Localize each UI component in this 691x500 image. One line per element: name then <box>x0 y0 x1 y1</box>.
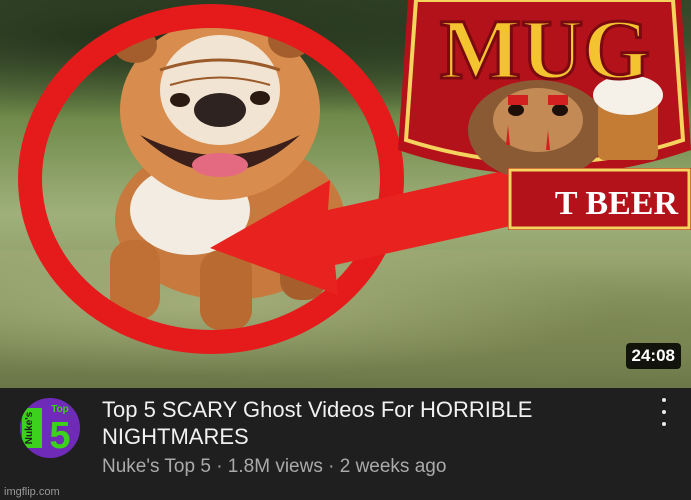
view-count: 1.8M views <box>227 456 323 477</box>
menu-dot <box>662 422 666 426</box>
more-options-icon[interactable] <box>659 398 669 426</box>
video-title[interactable]: Top 5 SCARY Ghost Videos For HORRIBLE NI… <box>102 396 622 450</box>
imgflip-watermark: imgflip.com <box>4 486 60 498</box>
avatar-number: 5 <box>49 415 70 457</box>
menu-dot <box>662 410 666 414</box>
video-thumbnail[interactable]: T BEER MUG 24:08 <box>0 0 691 388</box>
channel-avatar[interactable]: Nuke's Top 5 <box>20 398 80 458</box>
upload-age: 2 weeks ago <box>339 456 447 477</box>
video-info-bar: Nuke's Top 5 Top 5 SCARY Ghost Videos Fo… <box>0 388 691 500</box>
nukes-top-5-logo: Nuke's Top 5 <box>20 398 80 458</box>
channel-name[interactable]: Nuke's Top 5 <box>102 456 211 477</box>
logo-bottom-text: T BEER <box>555 185 679 222</box>
logo-top-text: MUG <box>440 1 650 97</box>
video-duration-badge: 24:08 <box>625 343 681 369</box>
avatar-side-text: Nuke's <box>24 411 35 444</box>
meta-separator: · <box>216 456 223 477</box>
menu-dot <box>662 398 666 402</box>
avatar-top-text: Top <box>51 404 69 415</box>
video-meta: Nuke's Top 5 · 1.8M views · 2 weeks ago <box>102 456 446 478</box>
meta-separator: · <box>328 456 335 477</box>
mug-root-beer-logo: T BEER MUG <box>398 0 691 230</box>
